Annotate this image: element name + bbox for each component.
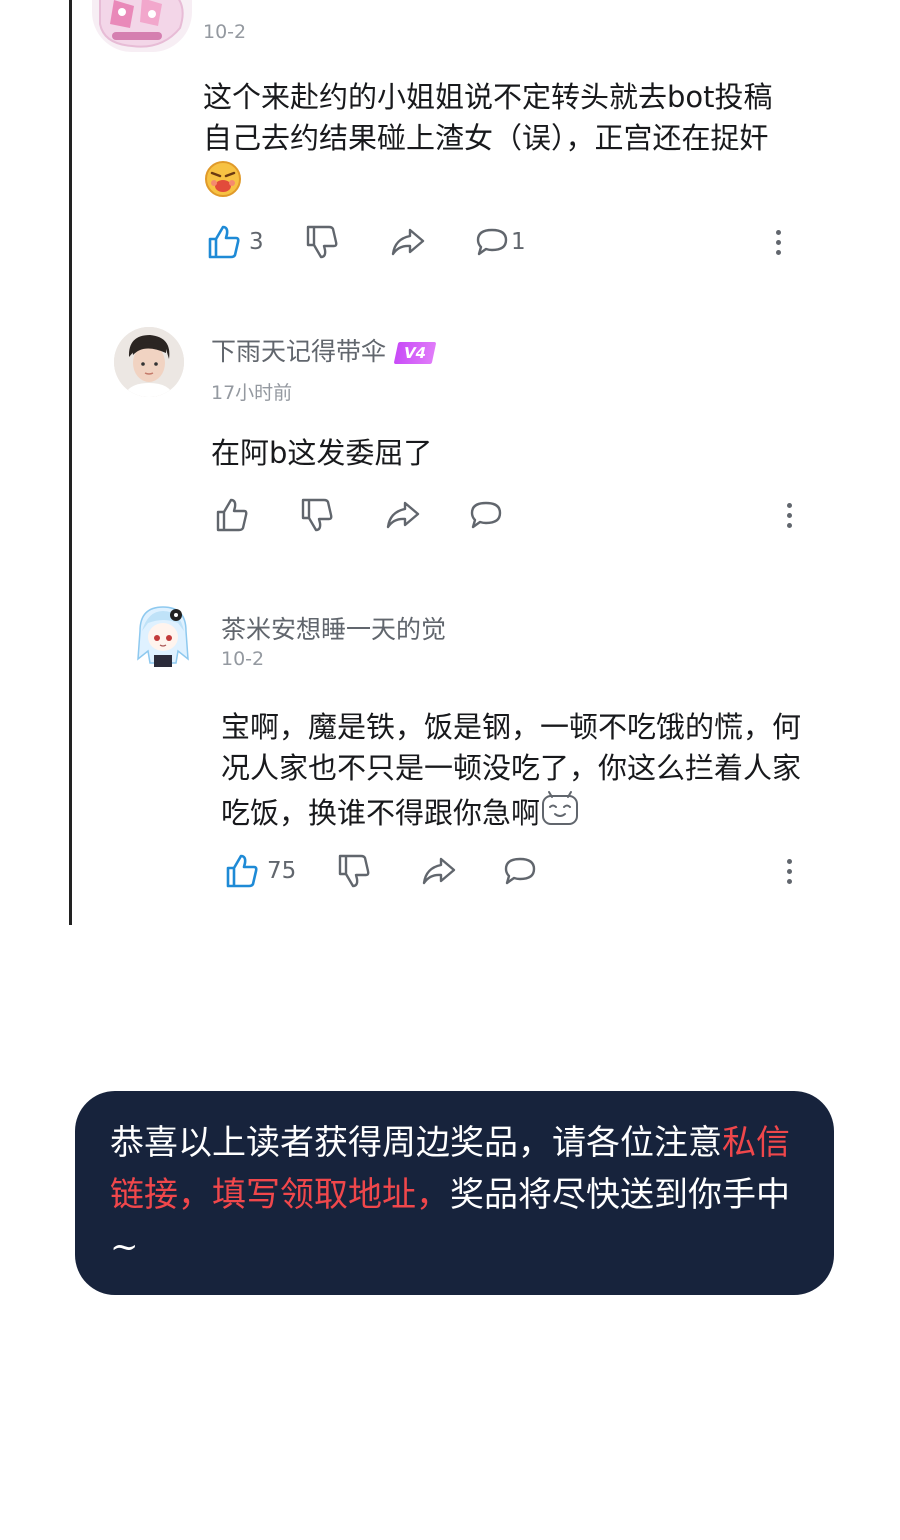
share-button[interactable] — [421, 851, 457, 891]
comment-text: 这个来赴约的小姐姐说不定转头就去bot投稿自己去约结果碰上渣女（误），正宫还在捉… — [203, 77, 793, 210]
more-button[interactable] — [779, 495, 799, 535]
angry-emoji-icon — [203, 159, 243, 210]
comment-time: 10-2 — [203, 21, 247, 43]
like-button[interactable]: 75 — [225, 851, 296, 891]
avatar[interactable] — [128, 601, 198, 673]
thumbs-down-icon — [338, 854, 370, 888]
more-button[interactable] — [779, 851, 799, 891]
username-text: 下雨天记得带伞 — [211, 337, 387, 366]
like-button[interactable] — [215, 495, 249, 535]
smirk-tv-emoji-icon — [540, 789, 580, 840]
comment-bubble-icon — [504, 857, 536, 885]
thumbs-down-icon — [301, 498, 333, 532]
comment-bubble-icon — [470, 501, 502, 529]
comment-actions: 75 — [225, 851, 815, 891]
comment-actions — [215, 495, 805, 535]
share-arrow-icon — [422, 857, 456, 885]
comment-text-content: 这个来赴约的小姐姐说不定转头就去bot投稿自己去约结果碰上渣女（误），正宫还在捉… — [203, 80, 773, 155]
thread-line — [69, 0, 72, 925]
reply-count: 1 — [511, 229, 526, 255]
like-count: 3 — [249, 229, 264, 255]
reply-button[interactable] — [469, 495, 503, 535]
comment-username[interactable]: 下雨天记得带伞 V4 — [211, 332, 437, 368]
share-arrow-icon — [391, 228, 425, 256]
like-count: 75 — [267, 858, 297, 884]
dislike-button[interactable] — [337, 851, 371, 891]
thumbs-up-icon — [216, 498, 248, 532]
more-button[interactable] — [768, 222, 788, 262]
dislike-button[interactable] — [305, 222, 339, 262]
thumbs-down-icon — [306, 225, 338, 259]
dislike-button[interactable] — [300, 495, 334, 535]
share-button[interactable] — [385, 495, 421, 535]
comment-time: 10-2 — [221, 648, 265, 670]
avatar[interactable] — [114, 327, 184, 397]
like-button[interactable]: 3 — [207, 222, 264, 262]
reply-button[interactable] — [503, 851, 537, 891]
comment-bubble-icon — [476, 228, 508, 256]
prize-announcement-banner: 恭喜以上读者获得周边奖品，请各位注意私信链接，填写领取地址，奖品将尽快送到你手中… — [75, 1091, 834, 1295]
comment-text: 宝啊，魔是铁，饭是钢，一顿不吃饿的慌，何况人家也不只是一顿没吃了，你这么拦着人家… — [221, 707, 801, 840]
comment-actions: 3 1 — [207, 222, 797, 262]
thumbs-up-icon — [208, 225, 240, 259]
reply-button[interactable]: 1 — [475, 222, 526, 262]
share-button[interactable] — [390, 222, 426, 262]
avatar[interactable] — [92, 0, 192, 52]
comment-text-content: 宝啊，魔是铁，饭是钢，一顿不吃饿的慌，何况人家也不只是一顿没吃了，你这么拦着人家… — [221, 710, 802, 830]
banner-text-start: 恭喜以上读者获得周边奖品，请各位注意 — [110, 1123, 722, 1163]
share-arrow-icon — [386, 501, 420, 529]
comment-time: 17小时前 — [211, 382, 293, 404]
level-badge: V4 — [393, 342, 437, 364]
thumbs-up-icon — [226, 854, 258, 888]
comment-username[interactable]: 茶米安想睡一天的觉 — [221, 610, 446, 646]
comment-text: 在阿b这发委屈了 — [211, 436, 433, 470]
